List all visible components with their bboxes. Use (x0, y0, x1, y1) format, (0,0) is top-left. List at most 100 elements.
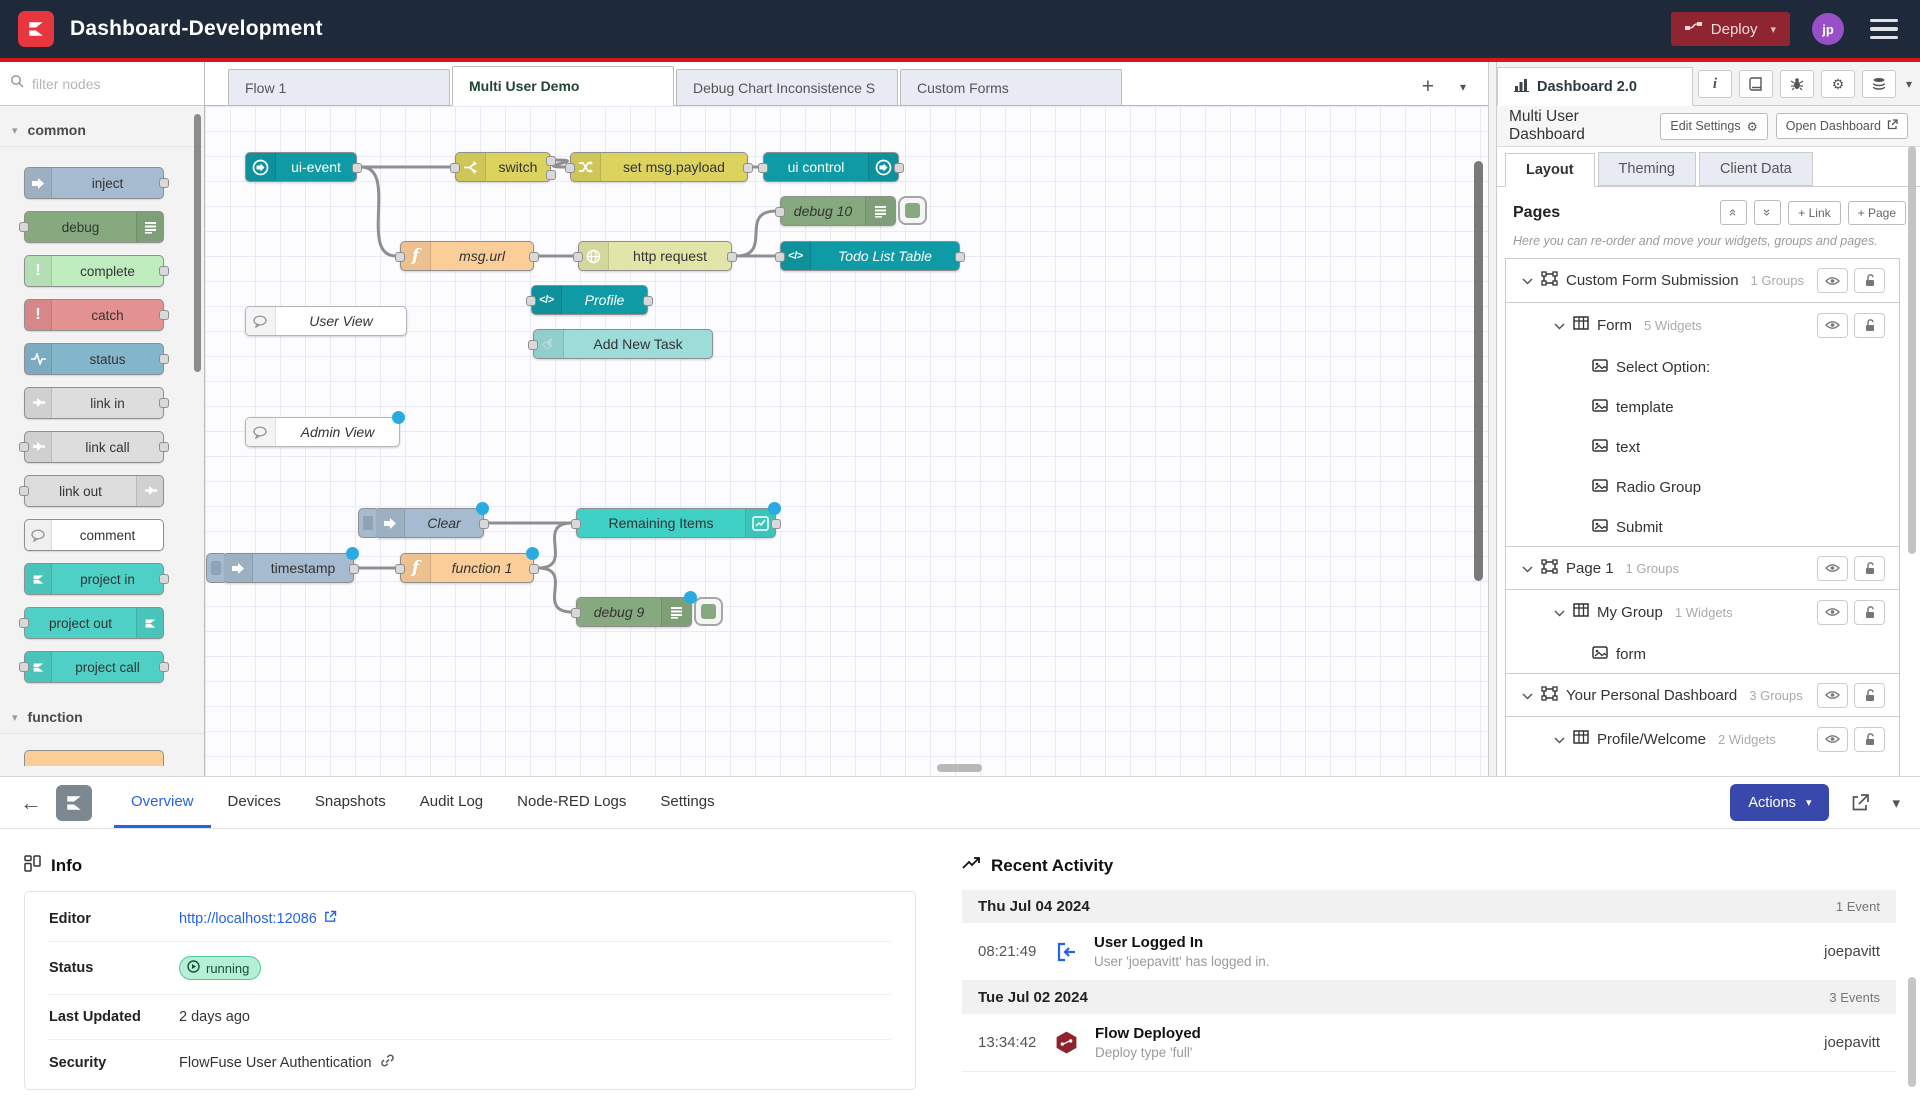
output-port[interactable] (159, 442, 169, 452)
chevron-down-icon[interactable] (1554, 317, 1565, 334)
input-port[interactable] (395, 564, 405, 574)
open-dashboard-button[interactable]: Open Dashboard (1776, 113, 1908, 139)
visibility-eye-icon[interactable] (1817, 727, 1848, 752)
add-flow-icon[interactable]: + (1422, 76, 1434, 97)
unlock-icon[interactable] (1854, 683, 1885, 708)
tree-widget-template[interactable]: template (1506, 387, 1899, 427)
sidebar-tabs-caret-icon[interactable]: ▾ (1906, 77, 1912, 91)
flow-node-ui-control[interactable]: ui control (763, 152, 899, 182)
flow-node-function-1[interactable]: ffunction 1 (400, 553, 534, 583)
open-editor-external-icon[interactable] (1851, 793, 1870, 812)
actions-button[interactable]: Actions ▾ (1730, 784, 1829, 821)
panel-tab-snapshots[interactable]: Snapshots (298, 777, 403, 828)
output-port[interactable] (349, 564, 359, 574)
edit-settings-button[interactable]: Edit Settings ⚙ (1660, 113, 1767, 140)
editor-link[interactable]: http://localhost:12086 (179, 910, 337, 927)
add-link-button[interactable]: + Link (1788, 201, 1840, 225)
output-port[interactable] (159, 662, 169, 672)
unlock-icon[interactable] (1854, 727, 1885, 752)
link-chain-icon[interactable] (380, 1054, 395, 1071)
flow-node-http-request[interactable]: http request (578, 241, 732, 271)
tree-widget-radio-group[interactable]: Radio Group (1506, 467, 1899, 507)
output-port-1[interactable] (546, 156, 556, 166)
tree-group-profile-welcome[interactable]: Profile/Welcome2 Widgets (1506, 717, 1899, 761)
flow-node-clear[interactable]: Clear (374, 508, 484, 538)
palette-scrollbar[interactable] (194, 114, 201, 372)
palette-node-link-call[interactable]: link call (24, 431, 164, 463)
input-port[interactable] (450, 163, 460, 173)
visibility-eye-icon[interactable] (1817, 313, 1848, 338)
flowfuse-grey-logo-icon[interactable] (56, 785, 92, 821)
info-icon[interactable]: i (1698, 70, 1732, 98)
flow-node-profile[interactable]: </>Profile (531, 285, 648, 315)
bug-icon[interactable] (1780, 70, 1814, 98)
output-port[interactable] (955, 252, 965, 262)
input-port[interactable] (565, 163, 575, 173)
palette-node-debug[interactable]: debug (24, 211, 164, 243)
flow-node-ui-event[interactable]: ui-event (245, 152, 357, 182)
hamburger-menu-icon[interactable] (1866, 15, 1902, 44)
input-port[interactable] (19, 662, 29, 672)
unlock-icon[interactable] (1854, 313, 1885, 338)
palette-node-inject[interactable]: inject (24, 167, 164, 199)
tree-widget-select-option-[interactable]: Select Option: (1506, 347, 1899, 387)
canvas-vertical-scrollbar[interactable] (1474, 161, 1483, 581)
tree-page-custom-form-submission[interactable]: Custom Form Submission1 Groups (1506, 259, 1899, 303)
panel-tab-overview[interactable]: Overview (114, 777, 211, 828)
palette-node-link-out[interactable]: link out (24, 475, 164, 507)
flow-tab-Multi-User-Demo[interactable]: Multi User Demo (452, 66, 674, 106)
back-arrow-icon[interactable]: ← (20, 790, 42, 816)
unlock-icon[interactable] (1854, 600, 1885, 625)
input-port[interactable] (528, 340, 538, 350)
flow-tab-Custom-Forms[interactable]: Custom Forms (900, 69, 1122, 105)
output-port[interactable] (479, 519, 489, 529)
chevron-down-icon[interactable] (1554, 731, 1565, 748)
flow-node-timestamp[interactable]: timestamp (222, 553, 354, 583)
flow-tab-Flow-1[interactable]: Flow 1 (228, 69, 450, 105)
palette-node-comment[interactable]: comment (24, 519, 164, 551)
tree-widget-text[interactable]: text (1506, 427, 1899, 467)
output-port[interactable] (159, 310, 169, 320)
flow-list-caret-icon[interactable]: ▾ (1460, 80, 1466, 94)
tree-widget-form[interactable]: form (1506, 634, 1899, 674)
panel-scrollbar[interactable] (1908, 977, 1916, 1087)
flow-node-user-view[interactable]: User View (245, 306, 407, 336)
tree-group-my-group[interactable]: My Group1 Widgets (1506, 590, 1899, 634)
output-port[interactable] (159, 398, 169, 408)
palette-node-complete[interactable]: !complete (24, 255, 164, 287)
palette-section-function[interactable]: ▾ function (0, 701, 204, 734)
input-port[interactable] (775, 252, 785, 262)
canvas-horizontal-scrollbar[interactable] (937, 764, 982, 772)
gear-icon[interactable]: ⚙ (1821, 70, 1855, 98)
input-port[interactable] (571, 519, 581, 529)
inject-button[interactable] (358, 508, 376, 538)
chevron-down-icon[interactable] (1522, 272, 1533, 289)
panel-tab-node-red-logs[interactable]: Node-RED Logs (500, 777, 643, 828)
flow-node-debug-10[interactable]: debug 10 (780, 196, 896, 226)
chevron-down-icon[interactable] (1522, 687, 1533, 704)
output-port[interactable] (727, 252, 737, 262)
user-avatar[interactable]: jp (1812, 13, 1844, 45)
palette-node-project-out[interactable]: project out (24, 607, 164, 639)
panel-tab-audit-log[interactable]: Audit Log (403, 777, 500, 828)
flow-canvas[interactable]: ui-eventswitchset msg.payloadui controld… (205, 106, 1488, 776)
input-port[interactable] (526, 296, 536, 306)
flow-node-switch[interactable]: switch (455, 152, 551, 182)
sidebar-subtab-layout[interactable]: Layout (1505, 153, 1595, 187)
palette-node-link-in[interactable]: link in (24, 387, 164, 419)
output-port[interactable] (529, 252, 539, 262)
input-port[interactable] (19, 618, 29, 628)
output-port[interactable] (771, 519, 781, 529)
visibility-eye-icon[interactable] (1817, 683, 1848, 708)
debug-toggle-button[interactable] (694, 597, 723, 626)
panel-tab-devices[interactable]: Devices (211, 777, 298, 828)
flow-node-add-new-task[interactable]: ☞Add New Task (533, 329, 713, 359)
tree-widget-submit[interactable]: Submit (1506, 507, 1899, 547)
flow-node-todo-list-table[interactable]: </>Todo List Table (780, 241, 960, 271)
flow-node-debug-9[interactable]: debug 9 (576, 597, 692, 627)
sidebar-subtab-client-data[interactable]: Client Data (1699, 152, 1813, 186)
collapse-all-button[interactable]: « (1720, 200, 1747, 225)
input-port[interactable] (19, 486, 29, 496)
output-port[interactable] (352, 163, 362, 173)
tree-group-form[interactable]: Form5 Widgets (1506, 303, 1899, 347)
